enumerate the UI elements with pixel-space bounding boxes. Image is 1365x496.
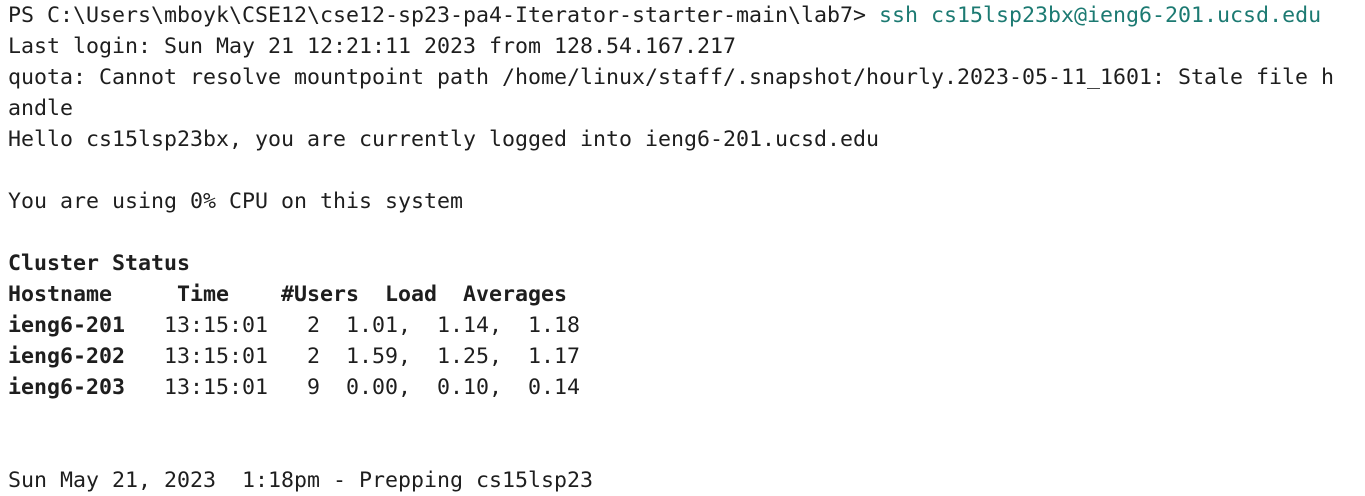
cpu-usage-line: You are using 0% CPU on this system	[8, 189, 464, 214]
ssh-command: ssh cs15lsp23bx@ieng6-201.ucsd.edu	[879, 3, 1322, 28]
hello-line: Hello cs15lsp23bx, you are currently log…	[8, 127, 880, 152]
cluster-status-title: Cluster Status	[8, 251, 191, 276]
quota-warning-wrap: andle	[8, 96, 74, 121]
cluster-row: ieng6-202 13:15:01 2 1.59, 1.25, 1.17	[8, 341, 1365, 372]
quota-warning-line: quota: Cannot resolve mountpoint path /h…	[8, 65, 1335, 90]
cluster-row-host: ieng6-201	[8, 313, 126, 338]
cluster-row-stats: 13:15:01 2 1.01, 1.14, 1.18	[125, 313, 581, 338]
cluster-row: ieng6-201 13:15:01 2 1.01, 1.14, 1.18	[8, 310, 1365, 341]
prompt-line: PS C:\Users\mboyk\CSE12\cse12-sp23-pa4-I…	[8, 0, 1365, 31]
cluster-row-host: ieng6-203	[8, 375, 126, 400]
cluster-row-host: ieng6-202	[8, 344, 126, 369]
footer-line: Sun May 21, 2023 1:18pm - Prepping cs15l…	[8, 468, 594, 493]
cluster-table-header: Hostname Time #Users Load Averages	[8, 282, 568, 307]
prompt-path: PS C:\Users\mboyk\CSE12\cse12-sp23-pa4-I…	[8, 3, 880, 28]
cluster-row-stats: 13:15:01 9 0.00, 0.10, 0.14	[125, 375, 581, 400]
cluster-row: ieng6-203 13:15:01 9 0.00, 0.10, 0.14	[8, 372, 1365, 403]
last-login-line: Last login: Sun May 21 12:21:11 2023 fro…	[8, 34, 737, 59]
terminal-output[interactable]: PS C:\Users\mboyk\CSE12\cse12-sp23-pa4-I…	[0, 0, 1365, 496]
cluster-row-stats: 13:15:01 2 1.59, 1.25, 1.17	[125, 344, 581, 369]
